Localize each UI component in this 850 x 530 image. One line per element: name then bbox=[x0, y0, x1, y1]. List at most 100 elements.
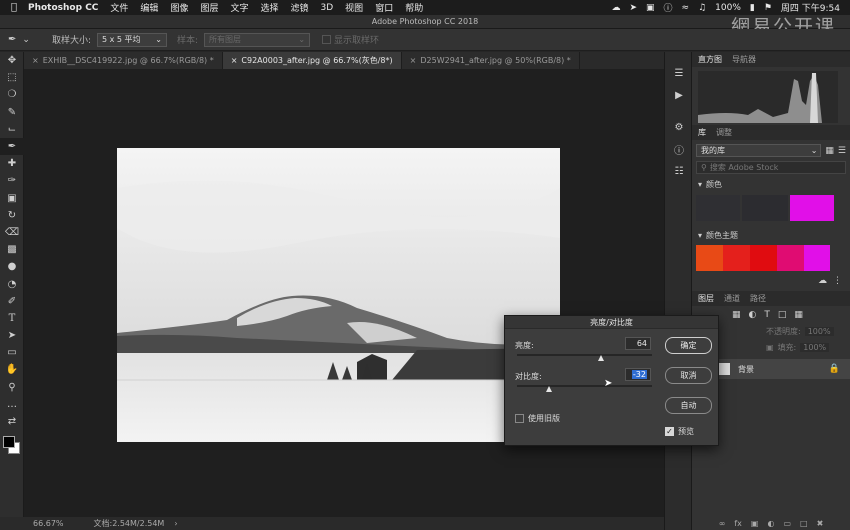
lock-icon[interactable]: ▣ bbox=[766, 343, 774, 352]
fx-icon[interactable]: fx bbox=[734, 519, 742, 528]
move-tool-icon[interactable]: ✥ bbox=[0, 52, 24, 69]
cloud-icon[interactable]: ☁ bbox=[611, 3, 620, 13]
volume-icon[interactable]: ♫ bbox=[698, 3, 706, 13]
tab-document-2[interactable]: × C92A0003_after.jpg @ 66.7%(灰色/8*) bbox=[222, 52, 402, 69]
menu-item-view[interactable]: 视图 bbox=[345, 1, 363, 14]
filter-smart-icon[interactable]: ▦ bbox=[794, 310, 803, 320]
sample-select[interactable]: 所有图层 ⌄ bbox=[204, 32, 311, 47]
color-swatch-1[interactable] bbox=[696, 195, 740, 221]
tab-document-1[interactable]: × EXHIB__DSC419922.jpg @ 66.7%(RGB/8) * bbox=[24, 52, 223, 69]
stock-search[interactable]: ⚲ 搜索 Adobe Stock bbox=[696, 161, 846, 174]
contrast-slider-track[interactable] bbox=[517, 385, 652, 387]
search-input[interactable]: 搜索 Adobe Stock bbox=[710, 162, 779, 173]
path-select-tool-icon[interactable]: ➤ bbox=[0, 327, 24, 344]
menu-item-file[interactable]: 文件 bbox=[110, 1, 128, 14]
crop-tool-icon[interactable]: ⌙ bbox=[0, 121, 24, 138]
preview-checkbox[interactable]: ✓ 预览 bbox=[665, 426, 694, 437]
lasso-tool-icon[interactable]: ❍ bbox=[0, 86, 24, 103]
ok-button[interactable]: 确定 bbox=[665, 337, 712, 354]
legacy-checkbox[interactable]: 使用旧版 bbox=[515, 413, 560, 424]
document-image[interactable] bbox=[117, 148, 560, 442]
tab-histogram[interactable]: 直方图 bbox=[698, 54, 722, 65]
menu-item-3d[interactable]: 3D bbox=[321, 3, 334, 13]
sample-size-select[interactable]: 5 x 5 平均 ⌄ bbox=[96, 32, 167, 47]
actions-play-icon[interactable]: ▶ bbox=[665, 84, 693, 106]
stamp-tool-icon[interactable]: ▣ bbox=[0, 190, 24, 207]
link-icon[interactable]: ∞ bbox=[719, 519, 726, 528]
colors-section-header[interactable]: ▾ 颜色 bbox=[692, 178, 850, 191]
new-layer-icon[interactable]: □ bbox=[800, 519, 808, 528]
brush-tool-icon[interactable]: ✑ bbox=[0, 172, 24, 189]
color-swatch-3[interactable] bbox=[790, 195, 834, 221]
menu-item-help[interactable]: 帮助 bbox=[405, 1, 423, 14]
battery-icon[interactable]: ▮ bbox=[750, 3, 755, 13]
marquee-tool-icon[interactable]: ⬚ bbox=[0, 69, 24, 86]
brightness-field[interactable]: 64 bbox=[625, 337, 651, 350]
healing-tool-icon[interactable]: ✚ bbox=[0, 155, 24, 172]
theme-swatch-4[interactable] bbox=[777, 245, 804, 271]
dodge-tool-icon[interactable]: ◔ bbox=[0, 275, 24, 292]
menu-item-type[interactable]: 文字 bbox=[230, 1, 248, 14]
more-tools-icon[interactable]: … bbox=[0, 396, 24, 413]
eyedropper-icon[interactable]: ✒ bbox=[8, 34, 16, 45]
theme-swatch-2[interactable] bbox=[723, 245, 750, 271]
close-icon[interactable]: × bbox=[410, 56, 417, 65]
fill-field[interactable]: 100% bbox=[800, 342, 830, 352]
tab-document-3[interactable]: × D25W2941_after.jpg @ 50%(RGB/8) * bbox=[401, 52, 580, 69]
history-panel-icon[interactable]: ☰ bbox=[665, 62, 693, 84]
tab-layers[interactable]: 图层 bbox=[698, 293, 714, 304]
menu-item-layer[interactable]: 图层 bbox=[200, 1, 218, 14]
menu-item-edit[interactable]: 编辑 bbox=[140, 1, 158, 14]
zoom-tool-icon[interactable]: ⚲ bbox=[0, 379, 24, 396]
tab-navigator[interactable]: 导航器 bbox=[732, 54, 756, 65]
opacity-field[interactable]: 100% bbox=[804, 326, 834, 336]
screen-icon[interactable]: ▣ bbox=[646, 3, 655, 13]
menu-item-window[interactable]: 窗口 bbox=[375, 1, 393, 14]
trash-icon[interactable]: ✖ bbox=[817, 519, 824, 528]
info-icon[interactable]: ⓘ bbox=[664, 1, 673, 14]
menu-item-filter[interactable]: 滤镜 bbox=[291, 1, 309, 14]
menu-app-name[interactable]: Photoshop CC bbox=[28, 3, 98, 13]
group-icon[interactable]: ▭ bbox=[783, 519, 791, 528]
quick-select-tool-icon[interactable]: ✎ bbox=[0, 104, 24, 121]
info-panel-icon[interactable]: ⓘ bbox=[665, 138, 693, 160]
canvas-area[interactable] bbox=[24, 69, 664, 517]
theme-swatch-1[interactable] bbox=[696, 245, 723, 271]
wifi-icon[interactable]: ≈ bbox=[682, 3, 690, 13]
eraser-tool-icon[interactable]: ⌫ bbox=[0, 224, 24, 241]
blur-tool-icon[interactable]: ● bbox=[0, 258, 24, 275]
eyedropper-tool-icon[interactable]: ✒ bbox=[0, 137, 24, 156]
tab-library[interactable]: 库 bbox=[698, 127, 706, 138]
flag-icon[interactable]: ⚑ bbox=[764, 3, 772, 13]
auto-button[interactable]: 自动 bbox=[665, 397, 712, 414]
contrast-slider-thumb[interactable] bbox=[546, 386, 553, 392]
more-icon[interactable]: ⋮ bbox=[833, 276, 842, 286]
edit-toolbar-icon[interactable]: ⇄ bbox=[0, 413, 24, 430]
hand-tool-icon[interactable]: ✋ bbox=[0, 361, 24, 378]
pen-tool-icon[interactable]: ✐ bbox=[0, 293, 24, 310]
cancel-button[interactable]: 取消 bbox=[665, 367, 712, 384]
grid-view-icon[interactable]: ▦ bbox=[825, 146, 834, 156]
send-icon[interactable]: ➤ bbox=[629, 3, 637, 13]
filter-type-icon[interactable]: T bbox=[764, 310, 770, 320]
tool-preset-chevron-icon[interactable]: ⌄ bbox=[22, 35, 30, 45]
color-theme-section-header[interactable]: ▾ 颜色主题 bbox=[692, 229, 850, 242]
properties-icon[interactable]: ☷ bbox=[665, 160, 693, 182]
mask-icon[interactable]: ▣ bbox=[751, 519, 759, 528]
filter-shape-icon[interactable]: □ bbox=[778, 310, 787, 320]
tab-paths[interactable]: 路径 bbox=[750, 293, 766, 304]
theme-swatch-5[interactable] bbox=[804, 245, 830, 271]
status-arrow-icon[interactable]: › bbox=[174, 519, 177, 528]
gradient-tool-icon[interactable]: ▩ bbox=[0, 241, 24, 258]
list-view-icon[interactable]: ☰ bbox=[838, 146, 846, 156]
history-brush-tool-icon[interactable]: ↻ bbox=[0, 207, 24, 224]
layer-lock-icon[interactable]: 🔒 bbox=[829, 364, 840, 374]
menu-item-image[interactable]: 图像 bbox=[170, 1, 188, 14]
adjustment-layer-icon[interactable]: ◐ bbox=[767, 519, 774, 528]
library-select[interactable]: 我的库 ⌄ bbox=[696, 144, 822, 157]
foreground-color-swatch[interactable] bbox=[3, 436, 15, 449]
close-icon[interactable]: × bbox=[32, 56, 39, 65]
filter-image-icon[interactable]: ▦ bbox=[732, 310, 741, 320]
type-tool-icon[interactable]: T bbox=[0, 310, 24, 327]
adjustments-icon[interactable]: ⚙ bbox=[665, 116, 693, 138]
